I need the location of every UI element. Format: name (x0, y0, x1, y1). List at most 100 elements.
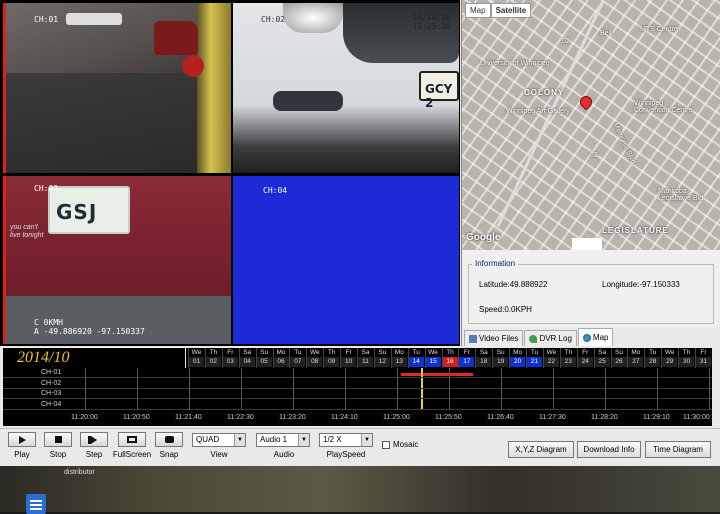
timestamp-date: 14/10/16 (412, 13, 451, 22)
tab-label: Map (592, 333, 609, 342)
day-cell[interactable]: Th 02 (204, 348, 221, 368)
day-name: Mo (394, 349, 404, 356)
day-cell[interactable]: Tu 28 (644, 348, 661, 368)
xyz-diagram-button[interactable]: X,Y,Z Diagram (508, 441, 574, 458)
map-tab-satellite[interactable]: Satellite (490, 3, 532, 18)
day-cell[interactable]: Sa 04 (238, 348, 255, 368)
time-tick: 11:25:50 (435, 414, 462, 421)
day-name: Tu (412, 349, 420, 356)
map-tab-map[interactable]: Map (465, 3, 491, 18)
snap-button[interactable] (155, 432, 183, 447)
map-panel[interactable]: Map Satellite MTS Centre Bell University… (461, 0, 720, 250)
day-number: 09 (324, 357, 340, 367)
month-label: 2014/10 (3, 348, 185, 368)
day-cell[interactable]: Tu 21 (526, 348, 542, 368)
day-cell[interactable]: We 22 (542, 348, 559, 368)
play-button[interactable] (8, 432, 36, 447)
day-number: 06 (273, 357, 289, 367)
timeline[interactable]: CH-01 CH-02 CH-03 CH-04 11:20:00 11:20:50 11:2… (3, 368, 712, 426)
day-cell[interactable]: Tu 07 (289, 348, 306, 368)
tab-dvr-log[interactable]: DVR Log (524, 330, 577, 346)
day-number: 29 (662, 357, 678, 367)
day-number: 15 (425, 357, 441, 367)
time-tick: 11:24:10 (331, 414, 358, 421)
info-title: Information (472, 259, 519, 268)
day-cell[interactable]: Th 09 (323, 348, 340, 368)
camera-view-ch01[interactable]: CH:01 (3, 3, 231, 173)
day-name: Su (496, 349, 505, 356)
fog-light (273, 91, 343, 111)
day-cell[interactable]: Fr 03 (221, 348, 238, 368)
day-cell[interactable]: Fr 24 (576, 348, 593, 368)
satellite-imagery[interactable] (462, 0, 720, 250)
day-cell[interactable]: Su 12 (373, 348, 390, 368)
license-plate: GCY 2 (419, 71, 459, 110)
fullscreen-button[interactable] (118, 432, 146, 447)
time-tick: 11:27:30 (539, 414, 566, 421)
day-number: 31 (696, 357, 711, 367)
time-tick: 11:20:50 (123, 414, 150, 421)
map-label-colony: COLONY (524, 88, 565, 97)
day-name: Mo (631, 349, 641, 356)
camera-view-ch03[interactable]: GSJ you can't live tonight CH:03 C 0KMH … (3, 176, 231, 344)
map-scale-box (572, 238, 602, 250)
time-tick: 11:21:40 (175, 414, 202, 421)
day-cell[interactable]: Sa 25 (593, 348, 610, 368)
day-cell[interactable]: Su 05 (255, 348, 272, 368)
tab-video-files[interactable]: Video Files (464, 330, 524, 346)
day-cell[interactable]: Fr 17 (458, 348, 475, 368)
day-cell[interactable]: Th 30 (678, 348, 695, 368)
day-cell[interactable]: Th 16 (441, 348, 458, 368)
day-cell[interactable]: Sa 11 (357, 348, 373, 368)
view-select[interactable]: QUAD ▼ (192, 433, 246, 447)
camera-view-ch04[interactable]: CH:04 (233, 176, 459, 344)
view-value: QUAD (196, 435, 220, 444)
video-grid[interactable]: CH:01 GCY 2 CH:02 14/10/16 11:25:30 GSJ … (0, 0, 460, 346)
tab-label: DVR Log (539, 334, 572, 343)
mosaic-checkbox[interactable] (382, 441, 390, 449)
document-icon[interactable] (26, 494, 46, 514)
time-diagram-button[interactable]: Time Diagram (645, 441, 711, 458)
playspeed-select[interactable]: 1/2 X ▼ (319, 433, 373, 447)
day-selector: We 01 Th 02 Fr 03 Sa 04 Su 05 Mo 06 Tu 07 We 08 Th 09 Fr 10… (186, 348, 712, 368)
day-name: Fr (582, 349, 589, 356)
grid-line (501, 368, 502, 410)
day-number: 10 (341, 357, 357, 367)
day-cell[interactable]: Sa 18 (475, 348, 492, 368)
day-number: 28 (645, 357, 661, 367)
day-cell[interactable]: We 01 (188, 348, 204, 368)
day-cell[interactable]: We 15 (424, 348, 441, 368)
audio-select[interactable]: Audio 1 ▼ (256, 433, 310, 447)
day-cell[interactable]: We 08 (306, 348, 323, 368)
day-cell[interactable]: Fr 31 (695, 348, 711, 368)
tab-map[interactable]: Map (577, 328, 614, 346)
day-name: Th (327, 349, 336, 356)
day-number: 17 (459, 357, 475, 367)
day-cell[interactable]: We 29 (661, 348, 678, 368)
playspeed-value: 1/2 X (323, 435, 342, 444)
time-tick: 11:26:40 (487, 414, 514, 421)
grid-line (709, 368, 710, 410)
day-cell[interactable]: Mo 27 (627, 348, 644, 368)
day-name: Su (260, 349, 269, 356)
day-cell[interactable]: Su 19 (492, 348, 509, 368)
time-tick: 11:22:30 (227, 414, 254, 421)
step-button[interactable] (80, 432, 108, 447)
day-number: 04 (239, 357, 255, 367)
day-cell[interactable]: Tu 14 (407, 348, 424, 368)
grid-line (397, 368, 398, 410)
stop-button[interactable] (44, 432, 72, 447)
map-label-bell: Bell (600, 30, 612, 37)
day-cell[interactable]: Fr 10 (340, 348, 357, 368)
day-cell[interactable]: Th 23 (559, 348, 576, 368)
camera-view-ch02[interactable]: GCY 2 CH:02 14/10/16 11:25:30 (233, 3, 459, 173)
stop-label: Stop (49, 450, 67, 459)
day-cell[interactable]: Su 26 (610, 348, 627, 368)
license-plate: GSJ (48, 186, 130, 234)
speed-overlay: C 0KMH (34, 318, 63, 327)
day-cell[interactable]: Mo 13 (390, 348, 407, 368)
download-info-button[interactable]: Download Info (577, 441, 641, 458)
day-cell[interactable]: Mo 20 (509, 348, 526, 368)
day-cell[interactable]: Mo 06 (272, 348, 289, 368)
longitude-value: Longitude:-97.150333 (602, 280, 680, 289)
